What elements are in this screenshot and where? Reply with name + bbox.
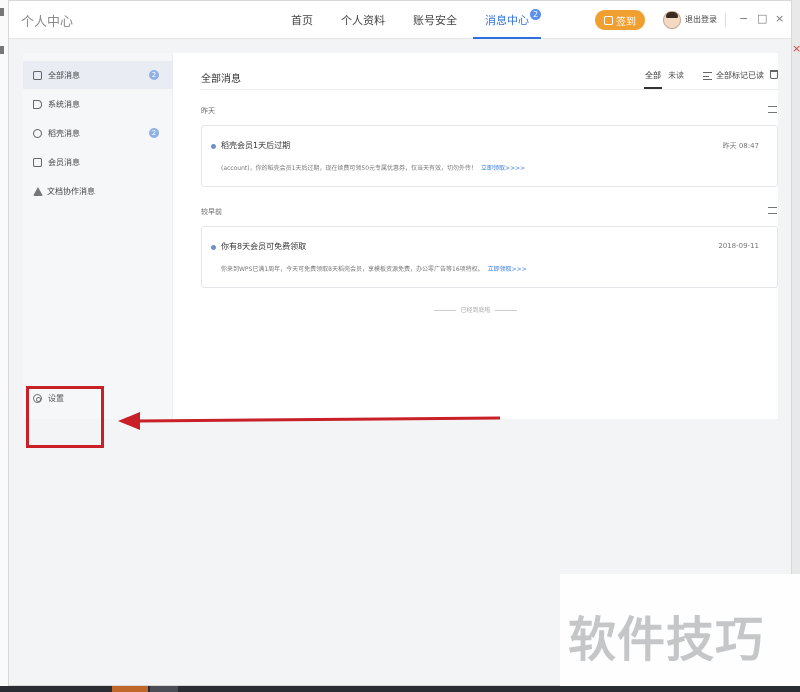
taskbar-app[interactable] bbox=[112, 686, 148, 692]
annotation-arrow-head bbox=[118, 412, 140, 430]
taskbar-app[interactable] bbox=[150, 686, 178, 692]
watermark-text: 软件技巧 bbox=[568, 612, 765, 668]
annotation-arrow-shaft bbox=[137, 416, 501, 423]
